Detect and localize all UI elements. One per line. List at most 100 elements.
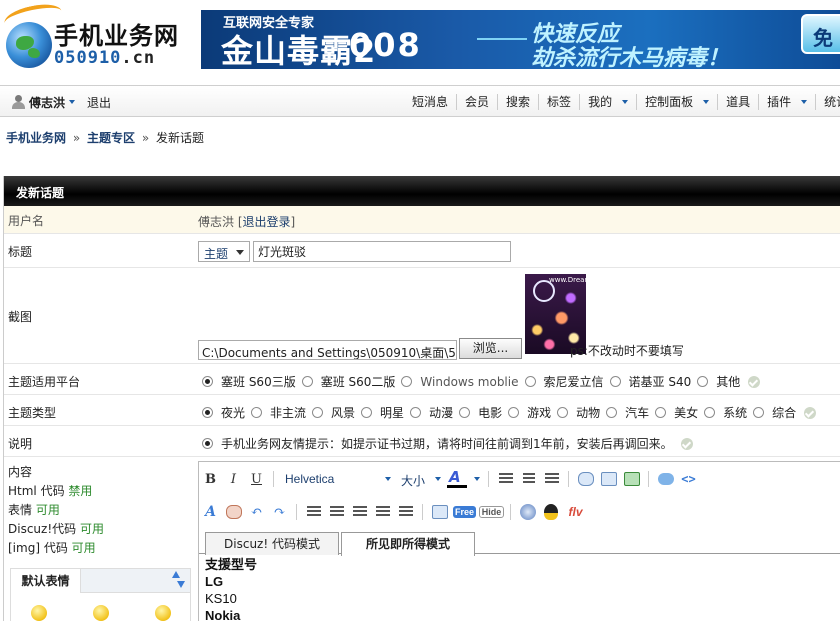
link-icon[interactable] [576, 469, 596, 489]
free-icon[interactable]: Free [452, 502, 477, 522]
site-logo[interactable]: 手机业务网 050910.cn [2, 0, 189, 74]
logout-link[interactable]: 退出 [87, 94, 111, 111]
ad-banner[interactable]: 互联网安全专家 金山毒霸2 008 快速反应 劫杀流行木马病毒！ 免 [201, 10, 840, 69]
chevron-down-icon[interactable] [69, 100, 76, 104]
radio-button[interactable] [524, 376, 536, 387]
remove-format-icon[interactable]: A [201, 502, 221, 522]
smiley-face-icon[interactable] [155, 605, 171, 621]
banner-free-button[interactable]: 免 [801, 14, 840, 54]
nav-item-plugins[interactable]: 插件 [759, 94, 817, 110]
smiley-face-icon[interactable] [31, 605, 47, 621]
ordered-list-icon[interactable] [304, 502, 324, 522]
nav-item-mine[interactable]: 我的 [580, 94, 638, 110]
type-option[interactable]: 美女 [655, 404, 698, 421]
browse-button[interactable]: 浏览... [459, 338, 522, 359]
indent-icon[interactable] [373, 502, 393, 522]
platform-option[interactable]: 其他 [697, 373, 740, 390]
image-icon[interactable] [599, 469, 619, 489]
type-option[interactable]: 明星 [361, 404, 404, 421]
redo-icon[interactable]: ↷ [270, 502, 290, 522]
font-family-select[interactable]: Helvetica [279, 469, 397, 489]
nav-item-props[interactable]: 道具 [718, 94, 760, 110]
align-left-icon[interactable] [496, 469, 516, 489]
radio-button[interactable] [704, 407, 716, 418]
outdent-icon[interactable] [350, 502, 370, 522]
type-option[interactable]: 动物 [557, 404, 600, 421]
align-right-icon[interactable] [542, 469, 562, 489]
tab-default-smilies[interactable]: 默认表情 [11, 569, 81, 593]
type-option[interactable]: 汽车 [606, 404, 649, 421]
float-icon[interactable] [396, 502, 416, 522]
platform-option[interactable]: 索尼爱立信 [524, 373, 604, 390]
radio-button[interactable] [609, 376, 621, 387]
type-option[interactable]: 游戏 [508, 404, 551, 421]
nav-item-messages[interactable]: 短消息 [404, 94, 458, 110]
file-path-input[interactable]: C:\Documents and Settings\050910\桌面\5u6T [198, 340, 457, 360]
radio-button[interactable] [251, 407, 263, 418]
logout-login-link[interactable]: 退出登录 [243, 215, 291, 229]
radio-button[interactable] [301, 376, 313, 387]
align-center-icon[interactable] [519, 469, 539, 489]
platform-option[interactable]: 诺基亚 S40 [609, 373, 691, 390]
nav-item-tags[interactable]: 标签 [539, 94, 581, 110]
nav-item-stats[interactable]: 统计 [816, 94, 840, 110]
type-option[interactable]: 电影 [459, 404, 502, 421]
breadcrumb-section[interactable]: 主题专区 [87, 131, 135, 145]
platform-option[interactable]: 塞班 S60三版 [202, 373, 296, 390]
radio-button[interactable] [401, 376, 413, 387]
radio-button[interactable] [202, 438, 213, 449]
code-icon[interactable]: <> [679, 469, 699, 489]
radio-button[interactable] [606, 407, 618, 418]
undo-icon[interactable]: ↶ [247, 502, 267, 522]
underline-icon[interactable]: U [247, 469, 267, 489]
note-option[interactable]: 手机业务网友情提示：如提示证书过期，请将时间往前调到1年前，安装后再调回来。 [202, 435, 673, 452]
nav-item-members[interactable]: 会员 [457, 94, 499, 110]
radio-button[interactable] [410, 407, 422, 418]
type-option[interactable]: 动漫 [410, 404, 453, 421]
smiley-face-icon[interactable] [93, 605, 109, 621]
nav-item-control-panel[interactable]: 控制面板 [637, 94, 719, 110]
radio-button[interactable] [557, 407, 569, 418]
hide-icon[interactable]: Hide [478, 502, 505, 522]
text-color-button[interactable]: A [445, 468, 483, 489]
flash-icon[interactable] [518, 502, 538, 522]
radio-button[interactable] [508, 407, 520, 418]
topic-select[interactable]: 主题 [198, 241, 250, 262]
bold-icon[interactable]: B [201, 469, 221, 489]
breadcrumb-home[interactable]: 手机业务网 [6, 131, 66, 145]
swap-icon[interactable] [170, 571, 186, 589]
platform-option[interactable]: 塞班 S60二版 [301, 373, 395, 390]
chevron-down-icon[interactable] [703, 100, 710, 104]
type-option[interactable]: 系统 [704, 404, 747, 421]
nav-item-search[interactable]: 搜索 [498, 94, 540, 110]
radio-button[interactable] [459, 407, 471, 418]
radio-button[interactable] [697, 376, 709, 387]
quote-icon[interactable] [656, 469, 676, 489]
radio-button[interactable] [361, 407, 373, 418]
type-option[interactable]: 综合 [753, 404, 796, 421]
radio-button[interactable] [312, 407, 324, 418]
unordered-list-icon[interactable] [327, 502, 347, 522]
type-option[interactable]: 风景 [312, 404, 355, 421]
type-option[interactable]: 非主流 [251, 404, 306, 421]
insert-image-icon[interactable] [622, 469, 642, 489]
platform-option[interactable]: Windows moblie [401, 375, 519, 389]
user-menu[interactable]: 傅志洪 退出 [12, 93, 111, 111]
italic-icon[interactable]: I [224, 469, 244, 489]
chevron-down-icon[interactable] [801, 100, 808, 104]
tab-discuz-code-mode[interactable]: Discuz! 代码模式 [205, 532, 339, 555]
table-icon[interactable] [430, 502, 450, 522]
tab-wysiwyg-mode[interactable]: 所见即所得模式 [341, 532, 475, 556]
unlink-icon[interactable] [224, 502, 244, 522]
editor-content-area[interactable]: 支援型号 LG KS10 Nokia [205, 556, 257, 621]
flv-icon[interactable]: flv [564, 502, 588, 522]
radio-button[interactable] [753, 407, 765, 418]
user-name[interactable]: 傅志洪 [29, 94, 65, 111]
chevron-down-icon[interactable] [622, 100, 629, 104]
title-input[interactable] [253, 241, 511, 262]
type-option[interactable]: 夜光 [202, 404, 245, 421]
radio-button[interactable] [202, 376, 213, 387]
radio-button[interactable] [655, 407, 667, 418]
font-size-select[interactable]: 大小 [397, 469, 445, 489]
radio-button[interactable] [202, 407, 213, 418]
